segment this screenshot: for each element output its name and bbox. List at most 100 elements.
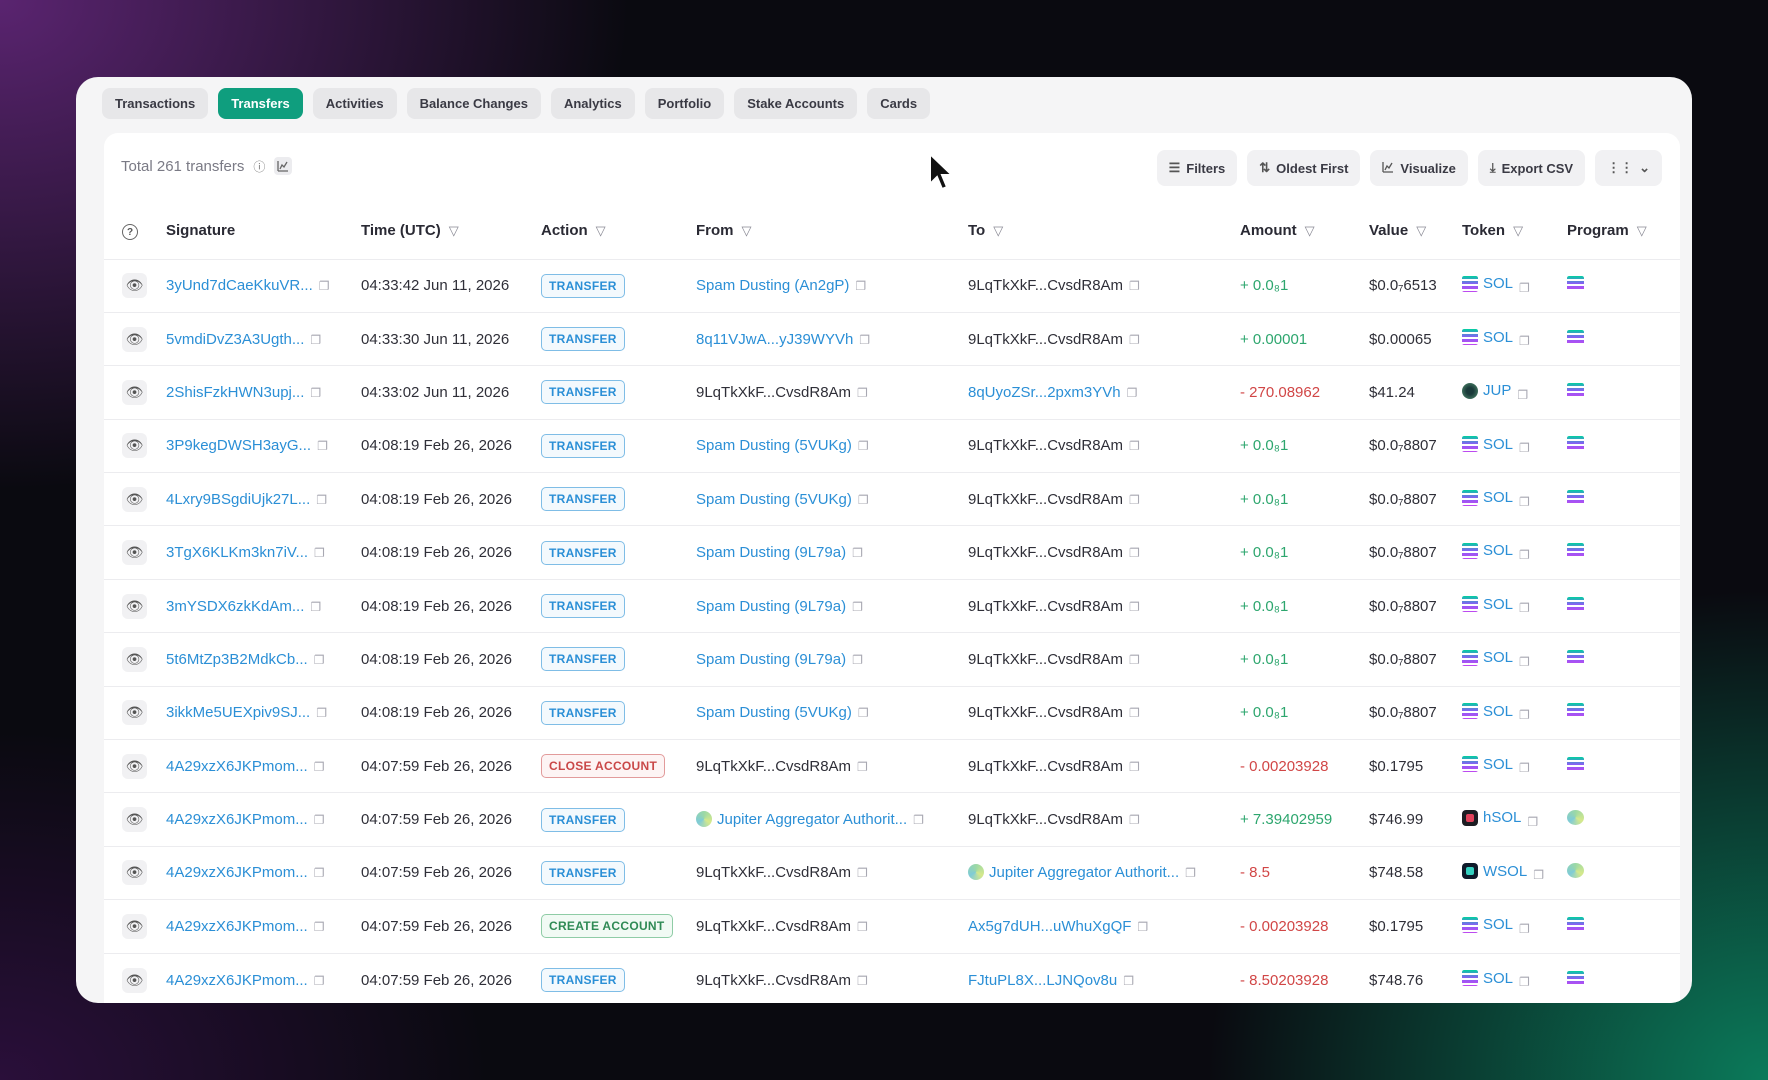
column-options-button[interactable]: ⋮⋮ ⌄	[1595, 150, 1662, 186]
token-link[interactable]: SOL	[1483, 596, 1513, 613]
copy-icon[interactable]: ❐	[1129, 653, 1140, 667]
copy-icon[interactable]: ❐	[1519, 975, 1530, 989]
signature-link[interactable]: 3ikkMe5UEXpiv9SJ...	[166, 704, 310, 721]
copy-icon[interactable]: ❐	[314, 653, 325, 667]
copy-icon[interactable]: ❐	[859, 333, 870, 347]
eye-icon[interactable]: 👁	[122, 433, 147, 459]
to-address[interactable]: Ax5g7dUH...uWhuXgQF	[968, 918, 1131, 935]
signature-link[interactable]: 4A29xzX6JKPmom...	[166, 811, 308, 828]
filter-icon[interactable]: ▽	[1305, 223, 1315, 238]
from-address[interactable]: Spam Dusting (9L79a)	[696, 651, 846, 668]
copy-icon[interactable]: ❐	[1129, 813, 1140, 827]
token-link[interactable]: hSOL	[1483, 809, 1521, 826]
filter-icon[interactable]: ▽	[596, 223, 606, 238]
program-icon[interactable]	[1567, 276, 1584, 292]
token-link[interactable]: SOL	[1483, 916, 1513, 933]
signature-link[interactable]: 3yUnd7dCaeKkuVR...	[166, 277, 313, 294]
eye-icon[interactable]: 👁	[122, 273, 147, 299]
eye-icon[interactable]: 👁	[122, 486, 147, 512]
copy-icon[interactable]: ❐	[314, 920, 325, 934]
from-address[interactable]: Spam Dusting (5VUKg)	[696, 704, 852, 721]
tab-transactions[interactable]: Transactions	[102, 88, 209, 119]
copy-icon[interactable]: ❐	[857, 920, 868, 934]
token-link[interactable]: SOL	[1483, 649, 1513, 666]
filter-icon[interactable]: ▽	[993, 223, 1003, 238]
visualize-button[interactable]: Visualize	[1370, 150, 1468, 186]
copy-icon[interactable]: ❐	[1519, 761, 1530, 775]
from-address[interactable]: Spam Dusting (5VUKg)	[696, 491, 852, 508]
from-address[interactable]: Spam Dusting (9L79a)	[696, 598, 846, 615]
copy-icon[interactable]: ❐	[1519, 922, 1530, 936]
copy-icon[interactable]: ❐	[913, 813, 924, 827]
copy-icon[interactable]: ❐	[1129, 600, 1140, 614]
help-icon[interactable]: ?	[122, 224, 138, 240]
token-link[interactable]: SOL	[1483, 436, 1513, 453]
tab-cards[interactable]: Cards	[867, 88, 931, 119]
from-address[interactable]: 8q11VJwA...yJ39WYVh	[696, 331, 853, 348]
copy-icon[interactable]: ❐	[1519, 708, 1530, 722]
copy-icon[interactable]: ❐	[317, 439, 328, 453]
copy-icon[interactable]: ❐	[858, 706, 869, 720]
copy-icon[interactable]: ❐	[1519, 441, 1530, 455]
token-link[interactable]: SOL	[1483, 275, 1513, 292]
program-icon[interactable]	[1567, 970, 1584, 986]
copy-icon[interactable]: ❐	[316, 493, 327, 507]
tab-analytics[interactable]: Analytics	[550, 88, 635, 119]
signature-link[interactable]: 4A29xzX6JKPmom...	[166, 972, 308, 989]
filter-icon[interactable]: ▽	[742, 223, 752, 238]
copy-icon[interactable]: ❐	[855, 279, 866, 293]
eye-icon[interactable]: 👁	[122, 593, 147, 619]
copy-icon[interactable]: ❐	[310, 333, 321, 347]
tab-portfolio[interactable]: Portfolio	[644, 88, 725, 119]
program-icon[interactable]	[1567, 916, 1584, 932]
signature-link[interactable]: 3TgX6KLKm3kn7iV...	[166, 544, 308, 561]
program-icon[interactable]	[1567, 329, 1584, 345]
eye-icon[interactable]: 👁	[122, 379, 147, 405]
copy-icon[interactable]: ❐	[1519, 548, 1530, 562]
copy-icon[interactable]: ❐	[1123, 974, 1134, 988]
filter-icon[interactable]: ▽	[1637, 223, 1647, 238]
eye-icon[interactable]: 👁	[122, 326, 147, 352]
copy-icon[interactable]: ❐	[1519, 334, 1530, 348]
tab-balance-changes[interactable]: Balance Changes	[406, 88, 541, 119]
token-link[interactable]: SOL	[1483, 756, 1513, 773]
signature-link[interactable]: 3P9kegDWSH3ayG...	[166, 437, 311, 454]
copy-icon[interactable]: ❐	[1519, 281, 1530, 295]
copy-icon[interactable]: ❐	[1129, 706, 1140, 720]
copy-icon[interactable]: ❐	[1129, 546, 1140, 560]
from-address[interactable]: Jupiter Aggregator Authorit...	[717, 811, 907, 828]
info-icon[interactable]: ⓘ	[250, 157, 268, 175]
copy-icon[interactable]: ❐	[1517, 388, 1528, 402]
program-icon[interactable]	[1567, 756, 1584, 772]
program-icon[interactable]	[1567, 436, 1584, 452]
filter-icon[interactable]: ▽	[1416, 223, 1426, 238]
copy-icon[interactable]: ❐	[314, 760, 325, 774]
copy-icon[interactable]: ❐	[1519, 601, 1530, 615]
signature-link[interactable]: 5t6MtZp3B2MdkCb...	[166, 651, 308, 668]
eye-icon[interactable]: 👁	[122, 753, 147, 779]
copy-icon[interactable]: ❐	[852, 600, 863, 614]
token-link[interactable]: SOL	[1483, 542, 1513, 559]
eye-icon[interactable]: 👁	[122, 700, 147, 726]
program-icon[interactable]	[1567, 543, 1584, 559]
from-address[interactable]: Spam Dusting (5VUKg)	[696, 437, 852, 454]
token-link[interactable]: JUP	[1483, 382, 1511, 399]
copy-icon[interactable]: ❐	[857, 760, 868, 774]
copy-icon[interactable]: ❐	[857, 974, 868, 988]
signature-link[interactable]: 4Lxry9BSgdiUjk27L...	[166, 491, 310, 508]
filter-icon[interactable]: ▽	[1513, 223, 1523, 238]
eye-icon[interactable]: 👁	[122, 967, 147, 993]
copy-icon[interactable]: ❐	[310, 600, 321, 614]
copy-icon[interactable]: ❐	[857, 866, 868, 880]
chart-icon[interactable]	[274, 157, 293, 175]
to-address[interactable]: FJtuPL8X...LJNQov8u	[968, 972, 1117, 989]
copy-icon[interactable]: ❐	[1129, 760, 1140, 774]
copy-icon[interactable]: ❐	[314, 866, 325, 880]
tab-stake-accounts[interactable]: Stake Accounts	[734, 88, 858, 119]
eye-icon[interactable]: 👁	[122, 646, 147, 672]
copy-icon[interactable]: ❐	[1185, 866, 1196, 880]
copy-icon[interactable]: ❐	[1129, 333, 1140, 347]
token-link[interactable]: SOL	[1483, 970, 1513, 987]
signature-link[interactable]: 4A29xzX6JKPmom...	[166, 864, 308, 881]
copy-icon[interactable]: ❐	[1129, 279, 1140, 293]
